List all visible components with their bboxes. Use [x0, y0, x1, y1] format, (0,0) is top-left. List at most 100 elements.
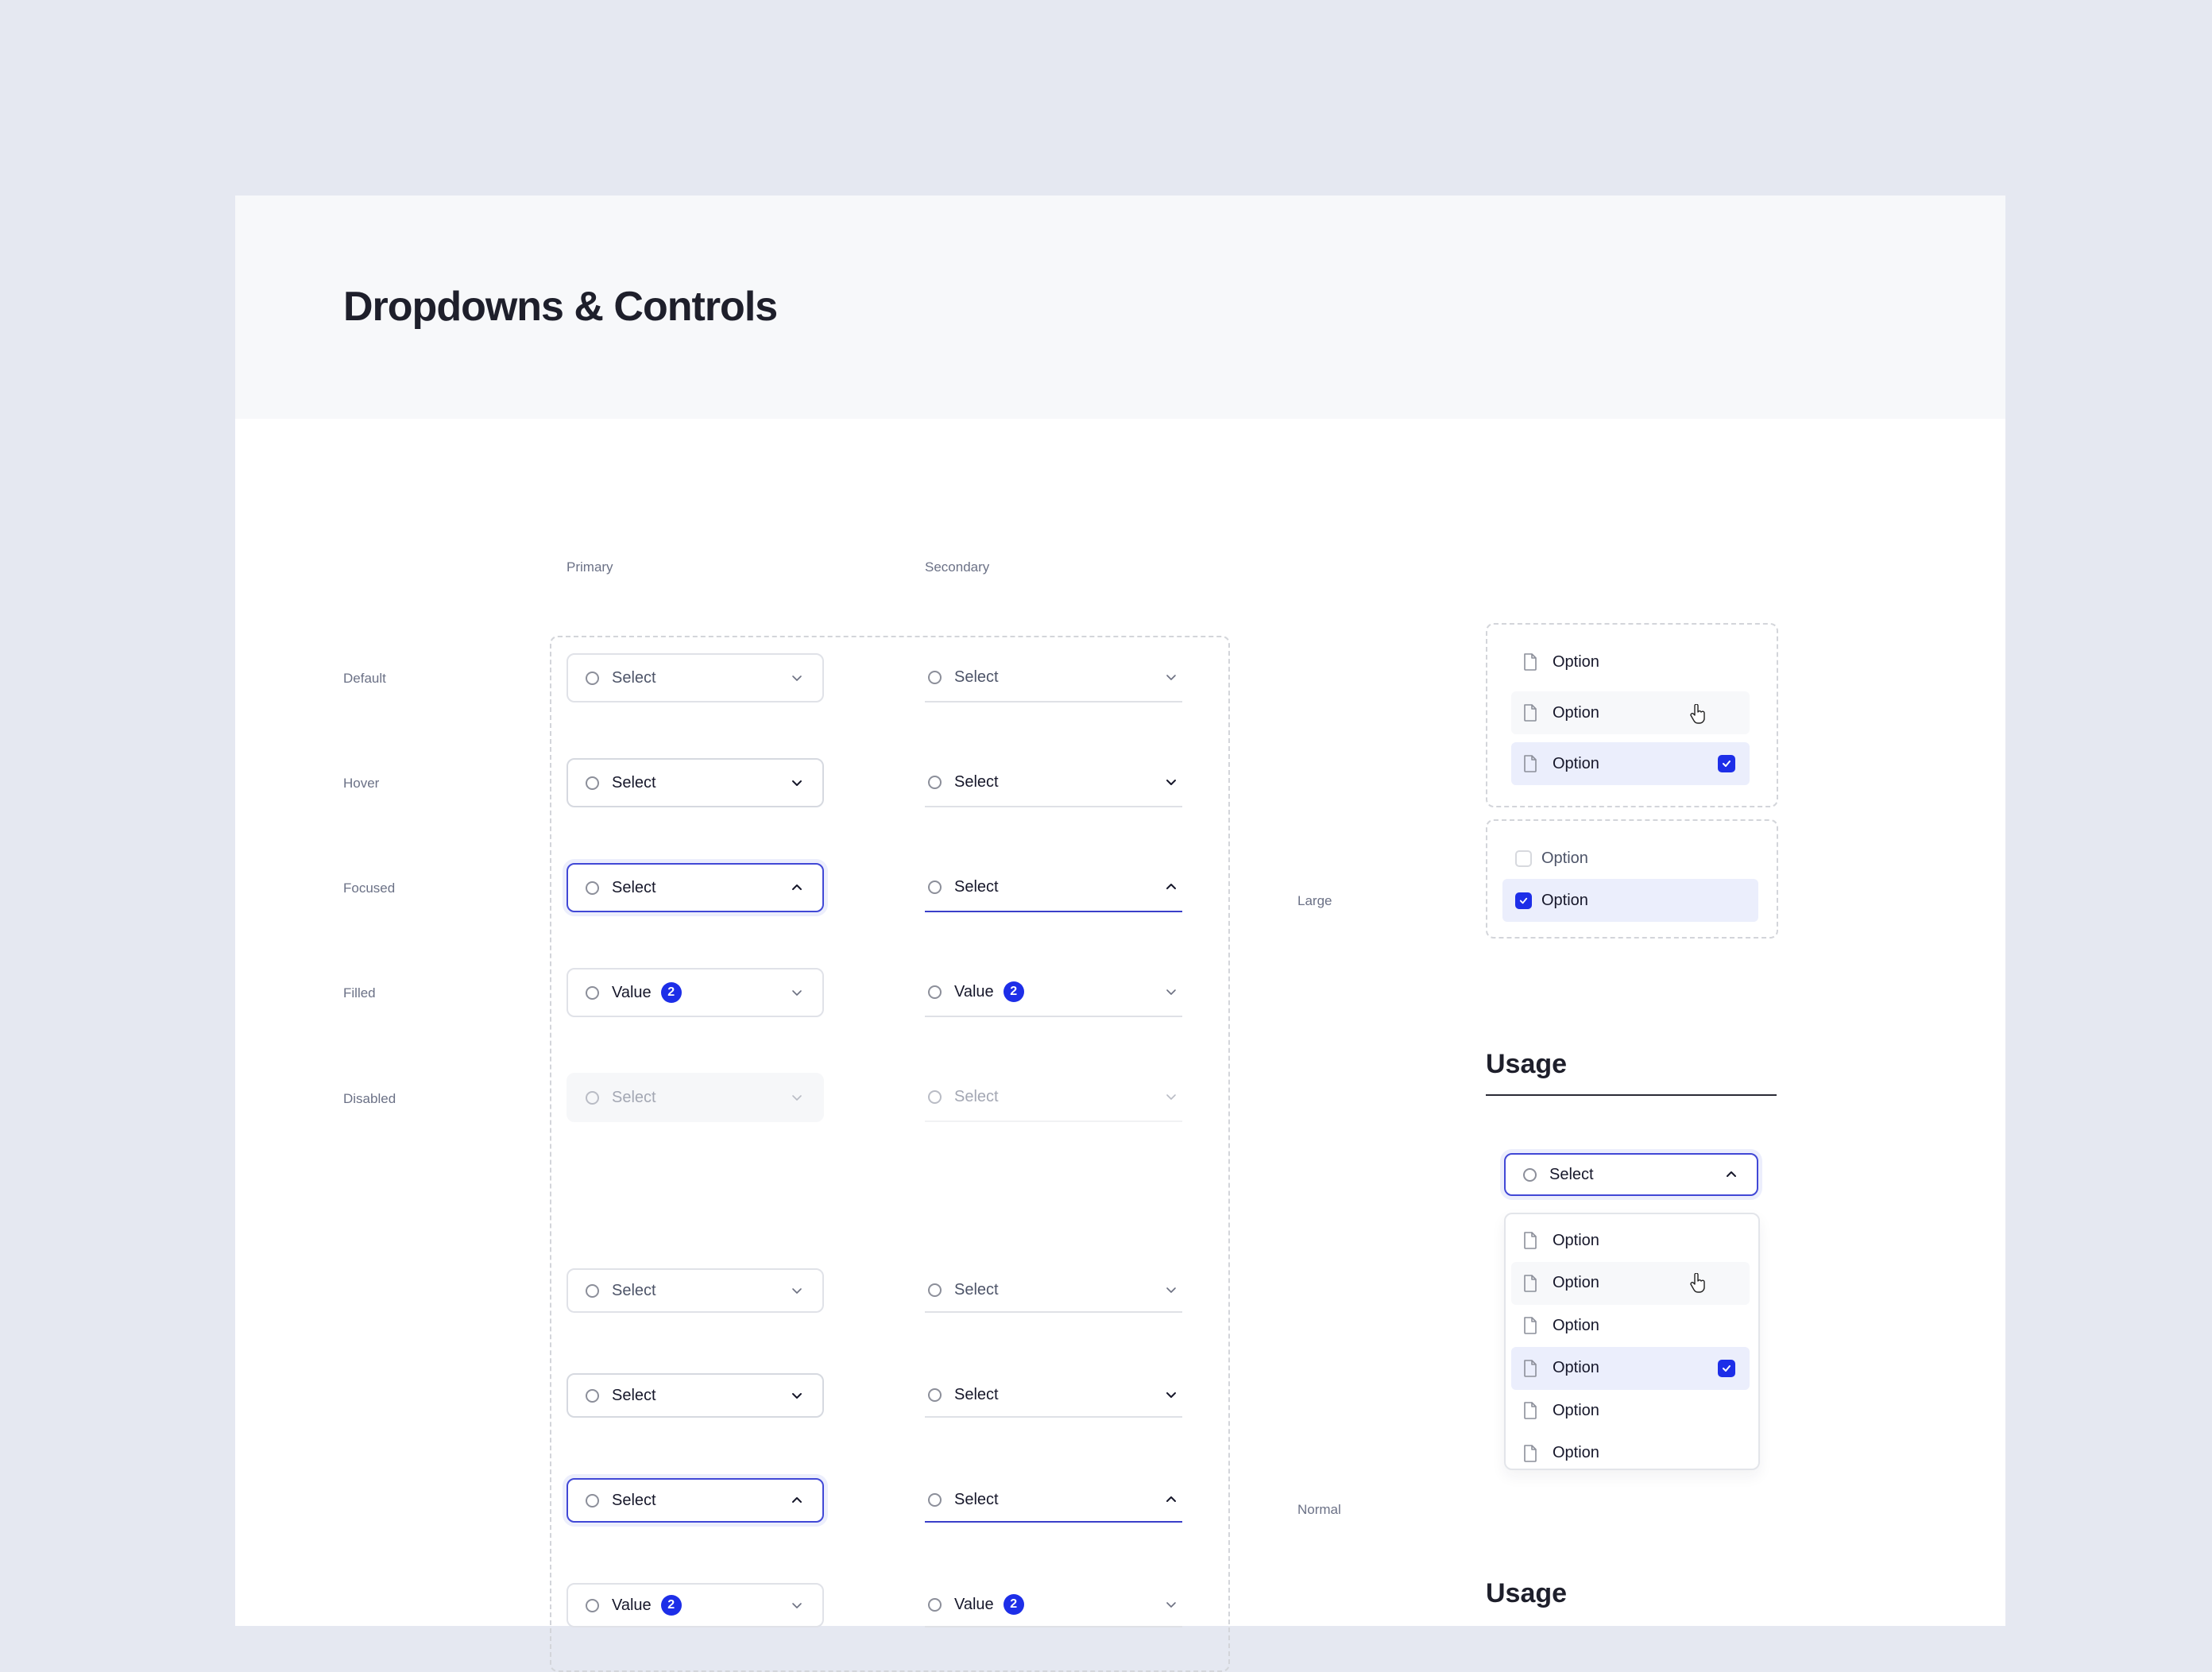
radio-icon — [586, 881, 599, 895]
page-title: Dropdowns & Controls — [343, 284, 778, 330]
radio-icon — [928, 1492, 942, 1507]
dropdown-menu-item[interactable]: Option — [1511, 1432, 1750, 1475]
size-label-large: Large — [1297, 893, 1332, 908]
select-label: Select — [612, 1491, 656, 1509]
select-label: Select — [612, 773, 656, 791]
select-label: Select — [954, 1280, 999, 1299]
option-item-default[interactable]: Option — [1511, 641, 1750, 683]
select-secondary-normal-hover[interactable]: Select — [925, 1373, 1182, 1418]
document-icon — [1524, 1317, 1537, 1334]
column-label-primary: Primary — [567, 559, 613, 575]
select-secondary-normal-filled[interactable]: Value 2 — [925, 1583, 1182, 1627]
radio-icon — [928, 880, 942, 894]
option-label: Option — [1553, 703, 1599, 722]
page-header: Dropdowns & Controls — [235, 195, 2005, 419]
select-primary-normal-focused[interactable]: Select — [567, 1478, 824, 1523]
chevron-down-icon — [789, 1388, 805, 1403]
option-label: Option — [1541, 891, 1588, 909]
select-secondary-hover[interactable]: Select — [925, 758, 1182, 807]
select-secondary-focused[interactable]: Select — [925, 863, 1182, 912]
select-label: Select — [954, 1087, 999, 1105]
dropdown-menu-item[interactable]: Option — [1511, 1304, 1750, 1347]
checkbox-checked-icon[interactable] — [1515, 892, 1532, 909]
chevron-down-icon — [789, 1090, 805, 1105]
radio-icon — [928, 775, 942, 789]
radio-icon — [586, 1493, 599, 1508]
radio-icon — [586, 671, 599, 685]
row-label-filled: Filled — [343, 985, 376, 1000]
count-badge: 2 — [1003, 1594, 1024, 1615]
usage-divider — [1486, 1094, 1777, 1096]
usage-heading-2: Usage — [1486, 1578, 1568, 1608]
select-label: Select — [612, 1281, 656, 1299]
document-icon — [1524, 1359, 1537, 1377]
document-icon — [1524, 1402, 1537, 1419]
row-label-hover: Hover — [343, 776, 380, 791]
select-secondary-normal-focused[interactable]: Select — [925, 1478, 1182, 1523]
select-label: Select — [954, 1385, 999, 1403]
count-badge: 2 — [660, 982, 682, 1003]
radio-icon — [586, 1598, 599, 1612]
dropdown-menu-item[interactable]: Option — [1511, 1389, 1750, 1432]
radio-icon — [1523, 1167, 1537, 1182]
chevron-down-icon — [789, 1283, 805, 1299]
chevron-down-icon — [789, 1597, 805, 1613]
count-badge: 2 — [660, 1595, 682, 1616]
select-primary-focused[interactable]: Select — [567, 863, 824, 912]
dropdown-menu-item[interactable]: Option — [1511, 1219, 1750, 1262]
dropdown-menu-item[interactable]: Option — [1511, 1346, 1750, 1390]
select-secondary-filled[interactable]: Value 2 — [925, 968, 1182, 1017]
column-label-secondary: Secondary — [925, 559, 990, 575]
size-label-normal: Normal — [1297, 1502, 1341, 1517]
row-label-disabled: Disabled — [343, 1091, 396, 1106]
radio-icon — [586, 1090, 599, 1105]
chevron-down-icon — [789, 670, 805, 686]
chevron-down-icon — [1163, 1089, 1179, 1105]
chevron-down-icon — [1163, 1282, 1179, 1298]
option-item-hover[interactable]: Option — [1511, 691, 1750, 734]
select-primary-normal-filled[interactable]: Value 2 — [567, 1583, 824, 1627]
select-secondary-normal-default[interactable]: Select — [925, 1268, 1182, 1313]
select-label: Select — [612, 668, 656, 687]
select-primary-normal-hover[interactable]: Select — [567, 1373, 824, 1418]
checkbox-option-unchecked[interactable]: Option — [1502, 837, 1758, 880]
dropdown-menu-item[interactable]: Option — [1511, 1261, 1750, 1305]
option-label: Option — [1553, 1401, 1599, 1419]
select-primary-hover[interactable]: Select — [567, 758, 824, 807]
select-label: Select — [1549, 1165, 1594, 1183]
chevron-down-icon — [789, 775, 805, 791]
select-secondary-default[interactable]: Select — [925, 653, 1182, 702]
option-label: Option — [1553, 1444, 1599, 1461]
chevron-up-icon — [1163, 1492, 1179, 1508]
document-icon — [1524, 1274, 1537, 1292]
row-label-default: Default — [343, 671, 386, 686]
chevron-down-icon — [1163, 1387, 1179, 1403]
chevron-down-icon — [1163, 1597, 1179, 1612]
document-icon — [1524, 1444, 1537, 1462]
radio-icon — [928, 1283, 942, 1297]
radio-icon — [586, 1283, 599, 1298]
select-value: Value — [954, 982, 994, 1000]
select-label: Select — [612, 1386, 656, 1404]
pointer-cursor-icon — [1690, 704, 1705, 724]
select-primary-filled[interactable]: Value 2 — [567, 968, 824, 1017]
select-primary-normal-default[interactable]: Select — [567, 1268, 824, 1313]
pointer-cursor-icon — [1690, 1273, 1705, 1293]
option-label: Option — [1553, 1359, 1599, 1376]
select-label: Select — [954, 668, 999, 686]
radio-icon — [586, 1388, 599, 1403]
usage-select-focused[interactable]: Select — [1504, 1153, 1758, 1196]
document-icon — [1524, 755, 1537, 772]
option-item-selected[interactable]: Option — [1511, 742, 1750, 785]
select-value: Value — [954, 1595, 994, 1613]
check-icon — [1718, 1359, 1735, 1377]
checkbox-unchecked-icon[interactable] — [1515, 850, 1532, 867]
select-primary-disabled: Select — [567, 1073, 824, 1122]
checkbox-option-checked[interactable]: Option — [1502, 879, 1758, 922]
select-primary-default[interactable]: Select — [567, 653, 824, 702]
radio-icon — [928, 1090, 942, 1104]
radio-icon — [928, 1388, 942, 1402]
select-label: Select — [954, 772, 999, 791]
chevron-up-icon — [789, 1492, 805, 1508]
select-label: Select — [954, 877, 999, 896]
